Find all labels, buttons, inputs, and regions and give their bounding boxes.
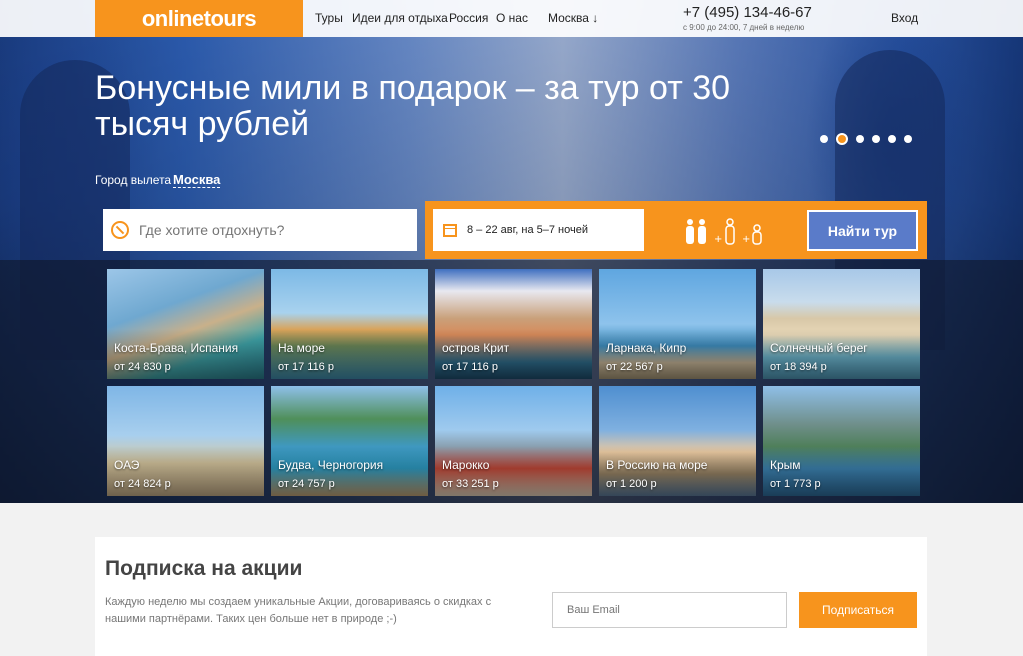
destination-tile[interactable]: Крым от 1 773 р xyxy=(763,386,920,496)
destination-name: На море xyxy=(278,341,325,355)
nav-tours[interactable]: Туры xyxy=(315,11,343,25)
add-adult-icon[interactable]: + xyxy=(714,218,740,246)
destination-tile[interactable]: Будва, Черногория от 24 757 р xyxy=(271,386,428,496)
destination-name: Марокко xyxy=(442,458,490,472)
destination-price: от 1 773 р xyxy=(770,478,821,490)
nav-ideas[interactable]: Идеи для отдыха xyxy=(352,11,448,25)
add-child-icon[interactable]: + xyxy=(742,218,766,246)
destination-price: от 24 824 р xyxy=(114,478,171,490)
slider-dot-3[interactable] xyxy=(856,135,864,143)
destination-price: от 17 116 р xyxy=(442,361,498,373)
calendar-icon xyxy=(443,223,457,237)
destination-tile[interactable]: Коста-Брава, Испания от 24 830 р xyxy=(107,269,264,379)
slider-dot-1[interactable] xyxy=(820,135,828,143)
destination-price: от 17 116 р xyxy=(278,361,334,373)
destination-tile[interactable]: В Россию на море от 1 200 р xyxy=(599,386,756,496)
login-link[interactable]: Вход xyxy=(891,11,918,25)
destination-price: от 24 757 р xyxy=(278,478,335,490)
destination-tile[interactable]: На море от 17 116 р xyxy=(271,269,428,379)
nav-about[interactable]: О нас xyxy=(496,11,528,25)
adults-icon[interactable] xyxy=(684,218,708,246)
destination-tile[interactable]: Марокко от 33 251 р xyxy=(435,386,592,496)
destination-price: от 18 394 р xyxy=(770,361,827,373)
subscribe-section: Подписка на акции Каждую неделю мы созда… xyxy=(95,537,927,656)
find-tour-button[interactable]: Найти тур xyxy=(807,210,918,251)
slider-dot-6[interactable] xyxy=(904,135,912,143)
slider-dots xyxy=(820,133,912,145)
destination-name: Коста-Брава, Испания xyxy=(114,341,239,355)
logo[interactable]: onlinetours xyxy=(95,0,303,37)
email-input[interactable] xyxy=(552,592,787,628)
slider-dot-4[interactable] xyxy=(872,135,880,143)
slider-dot-5[interactable] xyxy=(888,135,896,143)
date-range: 8 – 22 авг, на 5–7 ночей xyxy=(467,224,588,236)
destination-name: остров Крит xyxy=(442,341,510,355)
compass-icon xyxy=(111,221,129,239)
departure-city[interactable]: Москва xyxy=(173,172,221,188)
destination-tile[interactable]: ОАЭ от 24 824 р xyxy=(107,386,264,496)
departure-label: Город вылета xyxy=(95,173,172,187)
date-picker[interactable]: 8 – 22 авг, на 5–7 ночей xyxy=(433,209,644,251)
destination-name: Ларнака, Кипр xyxy=(606,341,687,355)
destination-name: Крым xyxy=(770,458,801,472)
destination-input[interactable] xyxy=(139,222,409,238)
nav-russia[interactable]: Россия xyxy=(449,11,488,25)
destination-price: от 33 251 р xyxy=(442,478,499,490)
destination-price: от 24 830 р xyxy=(114,361,171,373)
phone-hours: с 9:00 до 24:00, 7 дней в неделю xyxy=(683,23,805,32)
destination-name: В Россию на море xyxy=(606,458,708,472)
phone-number[interactable]: +7 (495) 134-46-67 xyxy=(683,4,812,21)
destination-grid: Коста-Брава, Испания от 24 830 р На море… xyxy=(107,269,920,496)
destination-search[interactable] xyxy=(103,209,417,251)
svg-text:+: + xyxy=(714,234,722,245)
hero-headline: Бонусные мили в подарок – за тур от 30 т… xyxy=(95,69,731,143)
destination-name: Будва, Черногория xyxy=(278,458,384,472)
logo-text: onlinetours xyxy=(141,5,257,31)
destination-name: ОАЭ xyxy=(114,458,140,472)
slider-dot-2[interactable] xyxy=(836,133,848,145)
destination-tile[interactable]: Солнечный берег от 18 394 р xyxy=(763,269,920,379)
subscribe-text: Каждую неделю мы создаем уникальные Акци… xyxy=(105,596,492,625)
subscribe-title: Подписка на акции xyxy=(105,557,303,580)
svg-text:+: + xyxy=(742,234,750,245)
destination-tile[interactable]: Ларнака, Кипр от 22 567 р xyxy=(599,269,756,379)
destination-price: от 22 567 р xyxy=(606,361,663,373)
top-bar: onlinetours Туры Идеи для отдыха Россия … xyxy=(0,0,1023,37)
destination-price: от 1 200 р xyxy=(606,478,657,490)
nav-city-select[interactable]: Москва ↓ xyxy=(548,11,598,25)
destination-name: Солнечный берег xyxy=(770,341,868,355)
subscribe-button[interactable]: Подписаться xyxy=(799,592,917,628)
destination-tile[interactable]: остров Крит от 17 116 р xyxy=(435,269,592,379)
